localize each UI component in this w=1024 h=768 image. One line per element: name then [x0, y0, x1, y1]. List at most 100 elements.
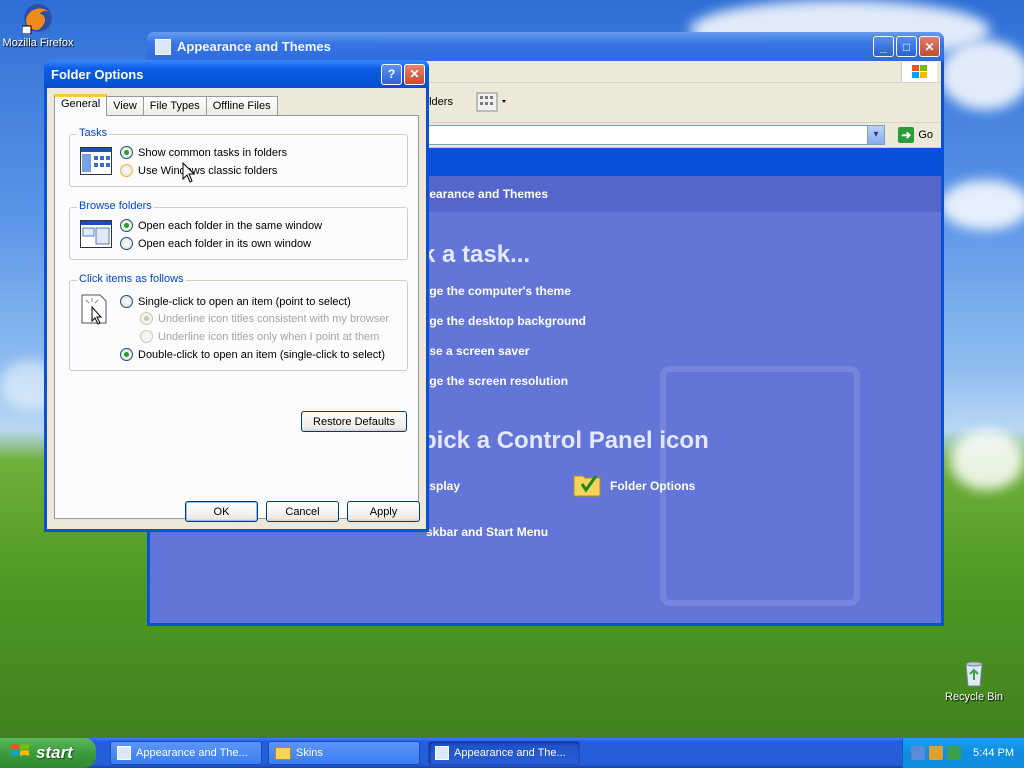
start-button[interactable]: start: [0, 738, 96, 768]
taskbar-button-label: Appearance and The...: [136, 747, 248, 759]
folder-options-label: Folder Options: [610, 478, 696, 493]
control-panel-icon: [435, 746, 449, 760]
pointer-click-icon: [80, 293, 112, 325]
radio-label: Use Windows classic folders: [138, 164, 278, 177]
windows-logo-icon: [10, 742, 30, 765]
dialog-titlebar[interactable]: Folder Options ? ✕: [44, 60, 429, 88]
apply-button[interactable]: Apply: [347, 501, 420, 522]
group-title: Click items as follows: [77, 273, 186, 285]
desktop-icon-firefox[interactable]: Mozilla Firefox: [2, 2, 74, 49]
browse-preview-icon: [80, 220, 112, 248]
close-button[interactable]: ✕: [919, 36, 940, 57]
go-button[interactable]: ➜ Go: [898, 127, 933, 143]
radio-label: Underline icon titles consistent with my…: [158, 312, 390, 325]
cancel-button[interactable]: Cancel: [266, 501, 339, 522]
security-icon[interactable]: [929, 746, 943, 760]
go-arrow-icon: ➜: [898, 127, 915, 143]
folder-options-dialog: Folder Options ? ✕ General View File Typ…: [44, 60, 429, 532]
dialog-close-button[interactable]: ✕: [404, 63, 425, 85]
radio-label: Double-click to open an item (single-cli…: [138, 348, 385, 361]
desktop-icon-label: Recycle Bin: [944, 691, 1004, 703]
radio-indicator: [120, 146, 133, 159]
cp-titlebar[interactable]: Appearance and Themes _ □ ✕: [147, 32, 944, 61]
same-window-radio[interactable]: Open each folder in the same window: [120, 219, 322, 232]
tab-strip: General View File Types Offline Files: [54, 94, 278, 116]
task-link[interactable]: nge the desktop background: [422, 314, 586, 328]
click-items-group: Click items as follows Single-click to o…: [69, 273, 408, 371]
browse-folders-group: Browse folders Open each folder in the s…: [69, 200, 408, 260]
help-button[interactable]: ?: [381, 63, 402, 85]
sky-cloud: [940, 40, 1024, 110]
pick-task-heading: k a task...: [422, 241, 531, 268]
radio-label: Open each folder in the same window: [138, 219, 323, 232]
taskbar-button-appearance-2[interactable]: Appearance and The...: [428, 741, 580, 765]
network-icon[interactable]: [911, 746, 925, 760]
taskbar-button-skins[interactable]: Skins: [268, 741, 420, 765]
folder-icon: [275, 746, 291, 760]
desktop-icon-recycle-bin[interactable]: Recycle Bin: [942, 656, 1006, 703]
task-link[interactable]: nge the screen resolution: [422, 374, 568, 388]
single-click-radio[interactable]: Single-click to open an item (point to s…: [120, 295, 351, 308]
control-panel-icon: [155, 38, 171, 55]
radio-indicator: [120, 219, 133, 232]
tasks-preview-icon: [80, 147, 112, 175]
dialog-title: Folder Options: [51, 66, 144, 82]
mouse-pointer-icon: [182, 161, 196, 184]
radio-indicator: [140, 330, 153, 343]
address-dropdown-icon[interactable]: ▾: [867, 125, 885, 145]
taskbar-button-label: Appearance and The...: [454, 747, 566, 759]
tab-offline-files[interactable]: Offline Files: [205, 96, 278, 116]
control-panel-icon: [117, 746, 131, 760]
go-label: Go: [918, 129, 933, 141]
taskbar-start-menu-label: skbar and Start Menu: [426, 525, 549, 539]
system-tray: 5:44 PM: [902, 738, 1024, 768]
group-title: Browse folders: [77, 200, 154, 212]
taskbar-button-appearance-1[interactable]: Appearance and The...: [110, 741, 262, 765]
radio-label: Underline icon titles only when I point …: [158, 330, 380, 343]
minimize-button[interactable]: _: [873, 36, 894, 57]
double-click-radio[interactable]: Double-click to open an item (single-cli…: [120, 348, 385, 361]
underline-point-radio: Underline icon titles only when I point …: [140, 330, 379, 343]
radio-indicator: [120, 164, 133, 177]
show-common-tasks-radio[interactable]: Show common tasks in folders: [120, 146, 287, 159]
tab-view[interactable]: View: [106, 96, 144, 116]
general-tab-panel: Tasks Show common tasks in folders Use W…: [54, 115, 419, 519]
use-classic-folders-radio[interactable]: Use Windows classic folders: [120, 164, 277, 177]
group-title: Tasks: [77, 127, 110, 139]
display-link[interactable]: isplay: [426, 479, 460, 493]
taskbar-button-label: Skins: [296, 747, 323, 759]
underline-browser-radio: Underline icon titles consistent with my…: [140, 312, 389, 325]
firefox-icon: [21, 2, 54, 35]
own-window-radio[interactable]: Open each folder in its own window: [120, 237, 311, 250]
radio-indicator: [140, 312, 153, 325]
task-link[interactable]: nge the computer's theme: [422, 284, 571, 298]
sky-cloud: [940, 180, 1024, 230]
dialog-body: General View File Types Offline Files Ta…: [47, 88, 426, 529]
folder-options-icon: [572, 470, 602, 501]
views-icon[interactable]: [476, 91, 506, 113]
radio-indicator: [120, 237, 133, 250]
restore-defaults-button[interactable]: Restore Defaults: [301, 411, 407, 432]
ok-button[interactable]: OK: [185, 501, 258, 522]
desktop-icon-label: Mozilla Firefox: [2, 37, 74, 49]
cp-title: Appearance and Themes: [177, 39, 331, 54]
folder-options-link[interactable]: Folder Options: [572, 470, 695, 501]
radio-indicator: [120, 295, 133, 308]
pick-icon-heading: pick a Control Panel icon: [422, 427, 709, 454]
radio-label: Open each folder in its own window: [138, 237, 312, 250]
sky-cloud: [950, 430, 1024, 490]
taskbar: start Appearance and The... Skins Appear…: [0, 738, 1024, 768]
clock[interactable]: 5:44 PM: [973, 747, 1014, 759]
maximize-button[interactable]: □: [896, 36, 917, 57]
taskbar-start-menu-link[interactable]: skbar and Start Menu: [426, 525, 548, 539]
recycle-bin-icon: [958, 656, 990, 688]
display-label: isplay: [426, 479, 461, 493]
tab-file-types[interactable]: File Types: [142, 96, 207, 116]
start-label: start: [36, 743, 73, 762]
radio-label: Single-click to open an item (point to s…: [138, 295, 351, 308]
tab-general[interactable]: General: [54, 94, 108, 116]
windows-flag-icon: [901, 62, 937, 82]
tasks-group: Tasks Show common tasks in folders Use W…: [69, 127, 408, 187]
task-link[interactable]: ose a screen saver: [422, 344, 529, 358]
update-icon[interactable]: [947, 746, 961, 760]
